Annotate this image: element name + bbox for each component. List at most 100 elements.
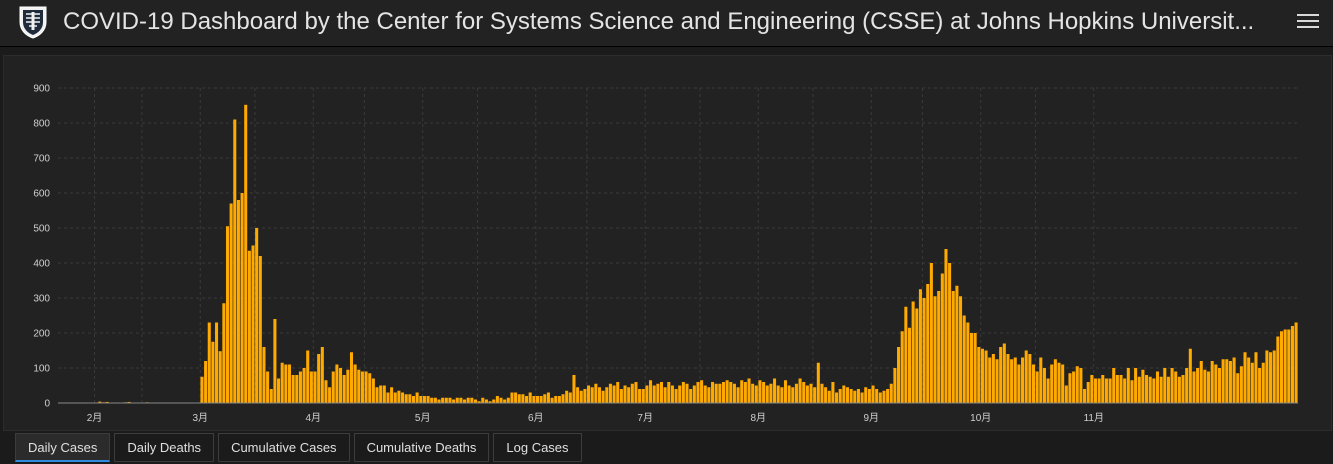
bar — [441, 397, 445, 403]
bar — [827, 390, 831, 403]
tab-cumulative-cases[interactable]: Cumulative Cases — [218, 433, 350, 462]
bar — [922, 298, 926, 403]
bar — [773, 378, 777, 403]
bar — [207, 322, 211, 403]
bar — [521, 394, 525, 403]
tab-daily-cases[interactable]: Daily Cases — [15, 433, 111, 462]
bar — [251, 245, 255, 403]
bar — [452, 399, 456, 403]
bar — [269, 389, 273, 403]
bar — [973, 333, 977, 403]
bar — [481, 397, 485, 403]
bar — [977, 347, 981, 403]
bar — [1145, 375, 1149, 403]
bar — [353, 364, 357, 403]
bar — [240, 193, 244, 403]
bar — [1170, 368, 1174, 403]
bar — [1024, 350, 1028, 403]
bar — [390, 387, 394, 403]
bar — [313, 371, 317, 403]
bar — [1214, 364, 1218, 403]
bar — [528, 392, 532, 403]
bar — [696, 382, 700, 403]
bar — [1017, 364, 1021, 403]
bar — [233, 119, 237, 403]
bar — [222, 303, 226, 403]
x-tick-label: 10月 — [970, 412, 991, 424]
tab-log-cases[interactable]: Log Cases — [493, 433, 582, 462]
bar — [525, 396, 529, 403]
bar — [554, 396, 558, 403]
x-tick-label: 2月 — [87, 412, 103, 424]
bar — [703, 385, 707, 403]
bar — [218, 351, 222, 403]
bar — [1083, 389, 1087, 403]
bar — [951, 291, 955, 403]
bar — [1042, 368, 1046, 403]
bar — [1057, 362, 1061, 403]
bar — [1097, 378, 1101, 403]
bar — [871, 385, 875, 403]
bar — [1126, 368, 1130, 403]
bar — [371, 378, 375, 403]
bar — [295, 375, 299, 403]
bar — [211, 341, 215, 403]
bar — [794, 383, 798, 403]
bar — [835, 392, 839, 403]
bar — [860, 392, 864, 403]
bar — [787, 385, 791, 403]
bar — [652, 385, 656, 403]
bar — [995, 359, 999, 403]
bar — [845, 387, 850, 403]
bar — [473, 399, 478, 403]
bar — [291, 375, 295, 403]
bar — [583, 389, 587, 403]
bar — [419, 396, 423, 403]
bar — [663, 387, 667, 403]
bar — [732, 383, 736, 403]
bar — [1254, 352, 1258, 403]
bar — [820, 383, 824, 403]
bar — [247, 250, 251, 403]
tab-cumulative-deaths[interactable]: Cumulative Deaths — [353, 433, 490, 462]
bar — [335, 364, 339, 403]
bar — [597, 387, 602, 403]
bar — [955, 285, 959, 403]
bar — [842, 385, 846, 403]
bar — [444, 397, 448, 403]
bar — [1086, 382, 1090, 403]
bar — [572, 375, 576, 403]
bar — [875, 389, 879, 403]
bar — [1287, 329, 1291, 403]
bar — [229, 203, 233, 403]
bar — [1207, 371, 1211, 403]
bar — [236, 200, 240, 403]
bar — [1217, 368, 1222, 403]
bar — [1112, 368, 1116, 403]
hamburger-menu-icon[interactable] — [1297, 10, 1319, 32]
bar — [1075, 366, 1079, 403]
x-tick-label: 4月 — [306, 412, 322, 424]
bar — [1101, 375, 1105, 403]
bar — [740, 380, 744, 403]
bar — [1159, 376, 1163, 403]
bar — [980, 348, 984, 403]
y-tick-label: 700 — [33, 154, 50, 165]
tab-daily-deaths[interactable]: Daily Deaths — [114, 433, 215, 462]
bar — [1090, 375, 1094, 403]
bar — [1141, 369, 1145, 403]
bar — [634, 382, 638, 403]
y-tick-label: 300 — [33, 294, 50, 305]
bar — [689, 389, 693, 403]
bar — [324, 380, 328, 403]
bar — [503, 399, 507, 403]
bar — [1163, 368, 1167, 403]
bar — [258, 256, 262, 403]
bar — [579, 390, 583, 403]
bar — [940, 273, 944, 403]
bar — [517, 394, 521, 403]
bar — [543, 394, 547, 403]
bar — [889, 383, 893, 403]
bar — [1039, 357, 1043, 403]
bar — [411, 396, 416, 403]
